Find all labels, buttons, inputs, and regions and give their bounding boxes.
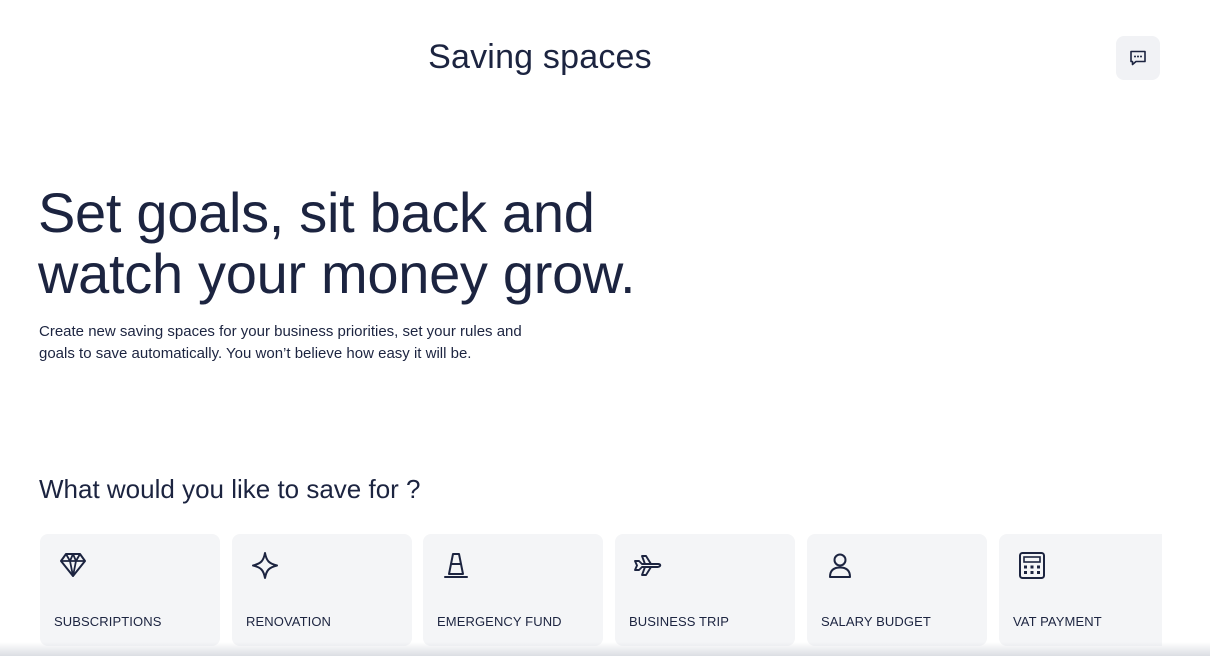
goal-card-label: SALARY BUDGET — [821, 614, 931, 629]
hero-heading-line-1: Set goals, sit back and — [38, 181, 595, 244]
goal-card-vat-payment[interactable]: VAT PAYMENT — [999, 534, 1162, 646]
goal-card-label: BUSINESS TRIP — [629, 614, 730, 629]
hero-subtitle: Create new saving spaces for your busine… — [39, 321, 599, 365]
calculator-icon — [1019, 552, 1045, 579]
goal-card-emergency-fund[interactable]: EMERGENCY FUND — [423, 534, 603, 646]
goal-card-label: EMERGENCY FUND — [437, 614, 562, 629]
goal-cards: SUBSCRIPTIONS RENOVATION EMERGENCY FUND … — [40, 534, 1162, 656]
chat-icon — [1130, 50, 1146, 66]
traffic-cone-icon — [444, 553, 468, 578]
hero-heading: Set goals, sit back and watch your money… — [38, 182, 798, 304]
sparkle-icon — [252, 552, 278, 579]
diamond-icon — [60, 553, 86, 577]
saving-spaces-page: Saving spaces Set goals, sit back and wa… — [0, 0, 1210, 656]
goal-card-renovation[interactable]: RENOVATION — [232, 534, 412, 646]
goal-card-label: RENOVATION — [246, 614, 332, 629]
goal-card-subscriptions[interactable]: SUBSCRIPTIONS — [40, 534, 220, 646]
goal-card-business-trip[interactable]: BUSINESS TRIP — [615, 534, 795, 646]
goal-card-label: SUBSCRIPTIONS — [54, 614, 162, 629]
hero-subtitle-line-1: Create new saving spaces for your busine… — [39, 323, 522, 340]
airplane-icon — [634, 555, 662, 576]
goal-card-salary-budget[interactable]: SALARY BUDGET — [807, 534, 987, 646]
person-icon — [829, 553, 851, 578]
hero-subtitle-line-2: goals to save automatically. You won’t b… — [39, 345, 472, 362]
goal-card-label: VAT PAYMENT — [1013, 614, 1102, 629]
goals-heading: What would you like to save for ? — [39, 474, 421, 504]
page-title: Saving spaces — [428, 38, 652, 76]
hero-heading-line-2: watch your money grow. — [38, 242, 636, 305]
chat-button[interactable] — [1116, 36, 1160, 80]
